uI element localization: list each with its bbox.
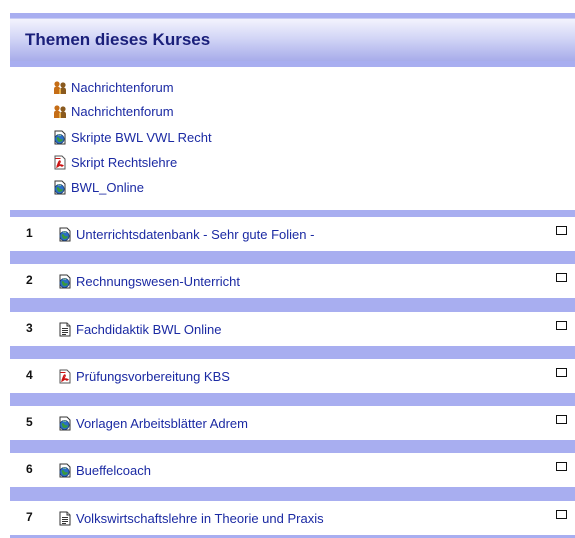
topic-number: 6 bbox=[26, 462, 33, 476]
resource-link-forum-1[interactable]: Nachrichtenforum bbox=[53, 79, 174, 96]
topic-number: 4 bbox=[26, 368, 33, 382]
web-link-icon bbox=[53, 180, 67, 195]
resource-link-rechtslehre[interactable]: Skript Rechtslehre bbox=[53, 154, 177, 171]
topic-number: 1 bbox=[26, 226, 33, 240]
resource-label: Fachdidaktik BWL Online bbox=[76, 322, 222, 337]
topic-number: 2 bbox=[26, 273, 33, 287]
topic-checkbox[interactable] bbox=[556, 510, 567, 519]
resource-link[interactable]: Rechnungswesen-Unterricht bbox=[58, 273, 240, 290]
web-link-icon bbox=[58, 416, 72, 431]
topic-number: 7 bbox=[26, 510, 33, 524]
resource-link[interactable]: Fachdidaktik BWL Online bbox=[58, 321, 221, 338]
topic-checkbox[interactable] bbox=[556, 462, 567, 471]
resource-label: Skript Rechtslehre bbox=[71, 155, 178, 170]
resource-link-bwl-online[interactable]: BWL_Online bbox=[53, 179, 144, 196]
resource-link-forum-2[interactable]: Nachrichtenforum bbox=[53, 103, 174, 120]
resource-label: Nachrichtenforum bbox=[71, 80, 174, 95]
resource-label: Skripte BWL VWL Recht bbox=[71, 130, 212, 145]
resource-label: Prüfungsvorbereitung KBS bbox=[76, 369, 230, 384]
topic-number: 5 bbox=[26, 415, 33, 429]
topic-checkbox[interactable] bbox=[556, 273, 567, 282]
topic-section-5: 5 Vorlagen Arbeitsblätter Adrem bbox=[10, 406, 575, 440]
topic-section-6: 6 Bueffelcoach bbox=[10, 453, 575, 487]
resource-label: Volkswirtschaftslehre in Theorie und Pra… bbox=[76, 511, 324, 526]
topic-section-1: 1 Unterrichtsdatenbank - Sehr gute Folie… bbox=[10, 217, 575, 251]
topic-checkbox[interactable] bbox=[556, 321, 567, 330]
web-link-icon bbox=[58, 463, 72, 478]
resource-link[interactable]: Vorlagen Arbeitsblätter Adrem bbox=[58, 415, 248, 432]
resource-label: Unterrichtsdatenbank - Sehr gute Folien … bbox=[76, 227, 315, 242]
topic-section-2: 2 Rechnungswesen-Unterricht bbox=[10, 264, 575, 298]
forum-icon bbox=[53, 80, 67, 95]
topic-checkbox[interactable] bbox=[556, 368, 567, 377]
resource-link[interactable]: Bueffelcoach bbox=[58, 462, 151, 479]
pdf-file-icon bbox=[53, 155, 67, 170]
resource-link[interactable]: Unterrichtsdatenbank - Sehr gute Folien … bbox=[58, 226, 314, 243]
web-link-icon bbox=[58, 274, 72, 289]
resource-label: Rechnungswesen-Unterricht bbox=[76, 274, 241, 289]
resource-label: Nachrichtenforum bbox=[71, 104, 174, 119]
general-section: Nachrichtenforum Nachrichtenforum Skript… bbox=[10, 67, 575, 210]
page-title: Themen dieses Kurses bbox=[25, 30, 211, 49]
topic-checkbox[interactable] bbox=[556, 415, 567, 424]
text-page-icon bbox=[58, 511, 72, 526]
forum-icon bbox=[53, 104, 67, 119]
topic-checkbox[interactable] bbox=[556, 226, 567, 235]
resource-link-skripte[interactable]: Skripte BWL VWL Recht bbox=[53, 129, 212, 146]
topic-section-3: 3 Fachdidaktik BWL Online bbox=[10, 312, 575, 346]
resource-label: Bueffelcoach bbox=[76, 463, 151, 478]
web-link-icon bbox=[58, 227, 72, 242]
resource-label: BWL_Online bbox=[71, 180, 144, 195]
topic-number: 3 bbox=[26, 321, 33, 335]
course-topics-block: Themen dieses Kurses Nachrichtenforum Na… bbox=[10, 13, 575, 538]
text-page-icon bbox=[58, 322, 72, 337]
resource-label: Vorlagen Arbeitsblätter Adrem bbox=[76, 416, 248, 431]
topic-section-7: 7 Volkswirtschaftslehre in Theorie und P… bbox=[10, 501, 575, 535]
course-topics-header: Themen dieses Kurses bbox=[10, 18, 575, 61]
resource-link[interactable]: Prüfungsvorbereitung KBS bbox=[58, 368, 230, 385]
resource-link[interactable]: Volkswirtschaftslehre in Theorie und Pra… bbox=[58, 510, 324, 527]
topic-section-4: 4 Prüfungsvorbereitung KBS bbox=[10, 359, 575, 393]
web-link-icon bbox=[53, 130, 67, 145]
pdf-file-icon bbox=[58, 369, 72, 384]
